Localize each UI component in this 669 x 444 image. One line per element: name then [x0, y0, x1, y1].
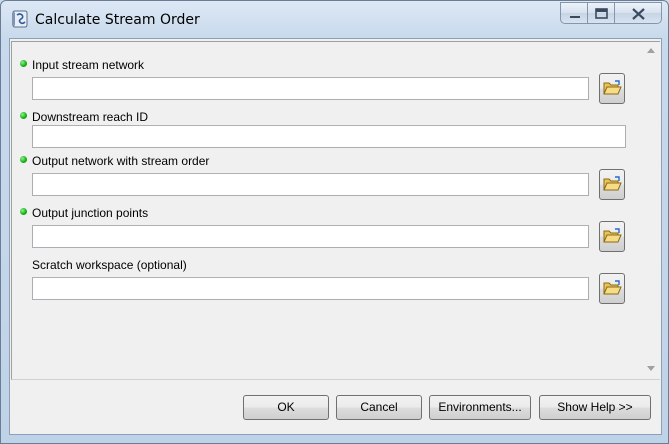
output-junction-points-field[interactable]: [32, 225, 589, 248]
required-indicator-icon: [20, 60, 27, 67]
open-folder-icon: [603, 176, 622, 191]
maximize-button[interactable]: [588, 2, 615, 24]
close-icon: [632, 8, 645, 20]
browse-scratch-workspace-button[interactable]: [599, 273, 625, 304]
open-folder-icon: [603, 280, 622, 295]
required-indicator-icon: [20, 156, 27, 163]
tool-dialog-window: Calculate Stream Order Input stream netw…: [0, 0, 669, 444]
script-tool-icon: [12, 10, 28, 28]
ok-button[interactable]: OK: [243, 395, 329, 420]
show-help-button[interactable]: Show Help >>: [539, 395, 651, 420]
browse-input-stream-network-button[interactable]: [599, 73, 625, 104]
scratch-workspace-field[interactable]: [32, 277, 589, 300]
open-folder-icon: [603, 80, 622, 95]
cancel-button[interactable]: Cancel: [336, 395, 422, 420]
open-folder-icon: [603, 228, 622, 243]
scroll-up-arrow-icon[interactable]: [647, 48, 655, 53]
environments-button[interactable]: Environments...: [429, 395, 531, 420]
required-indicator-icon: [20, 208, 27, 215]
dialog-client-area: Input stream network Downstream reach ID…: [9, 38, 662, 435]
vertical-scrollbar[interactable]: [643, 42, 660, 379]
param-label-output-network: Output network with stream order: [32, 154, 210, 168]
browse-output-junction-points-button[interactable]: [599, 221, 625, 252]
param-label-input-stream-network: Input stream network: [32, 58, 145, 72]
caption-buttons: [560, 2, 662, 26]
browse-output-network-button[interactable]: [599, 169, 625, 200]
window-title: Calculate Stream Order: [35, 12, 200, 28]
param-label-downstream-reach-id: Downstream reach ID: [32, 110, 149, 124]
output-network-field[interactable]: [32, 173, 589, 196]
minimize-icon: [570, 16, 580, 18]
minimize-button[interactable]: [560, 2, 588, 24]
downstream-reach-id-field[interactable]: [32, 125, 626, 148]
parameters-panel: Input stream network Downstream reach ID…: [11, 41, 660, 380]
maximize-icon: [595, 8, 608, 19]
scroll-down-arrow-icon[interactable]: [647, 366, 655, 371]
param-label-scratch-workspace: Scratch workspace (optional): [32, 258, 187, 272]
input-stream-network-field[interactable]: [32, 77, 589, 100]
required-indicator-icon: [20, 112, 27, 119]
param-label-output-junction-points: Output junction points: [32, 206, 149, 220]
close-button[interactable]: [615, 2, 662, 24]
